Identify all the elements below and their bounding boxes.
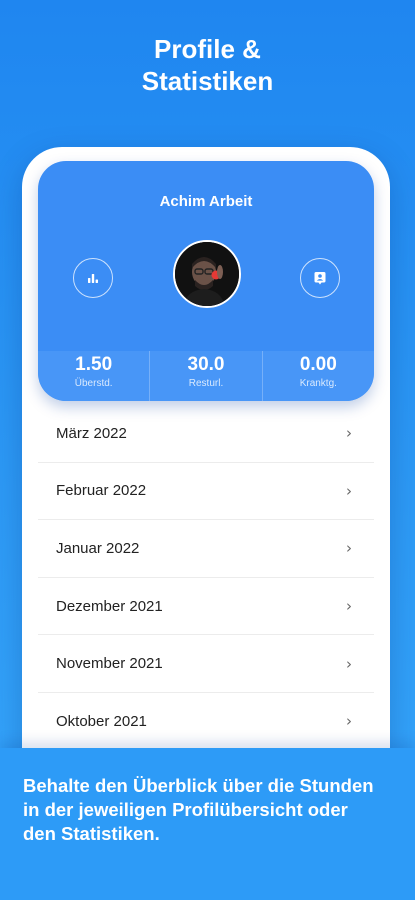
stat-value: 30.0 — [187, 354, 225, 375]
list-item[interactable]: März 2022 › — [38, 405, 374, 463]
chevron-right-icon: › — [346, 597, 352, 616]
chevron-right-icon: › — [346, 712, 352, 731]
stat-label: Überstd. — [74, 378, 113, 389]
profile-details-button[interactable] — [300, 258, 340, 298]
profile-photo — [175, 242, 239, 306]
month-label: Dezember 2021 — [56, 597, 163, 615]
month-label: Februar 2022 — [56, 482, 147, 500]
phone-frame: Achim Arbeit 1.50 Überstd. 30.0 Resturl.… — [22, 147, 390, 847]
list-item[interactable]: Oktober 2021 › — [38, 693, 374, 751]
list-item[interactable]: Januar 2022 › — [38, 520, 374, 578]
profile-card: Achim Arbeit 1.50 Überstd. 30.0 Resturl.… — [38, 161, 374, 401]
stats-bar: 1.50 Überstd. 30.0 Resturl. 0.00 Kranktg… — [38, 351, 374, 401]
stat-label: Kranktg. — [299, 378, 337, 389]
stat-value: 1.50 — [75, 354, 113, 375]
bar-chart-icon — [88, 274, 98, 283]
stat-value: 0.00 — [299, 354, 337, 375]
month-list: März 2022 › Februar 2022 › Januar 2022 ›… — [38, 405, 374, 751]
caption-text: Behalte den Überblick über die Stunden i… — [23, 775, 374, 844]
chevron-right-icon: › — [346, 539, 352, 558]
avatar[interactable] — [173, 240, 241, 308]
list-item[interactable]: Februar 2022 › — [38, 463, 374, 521]
month-label: Januar 2022 — [56, 539, 140, 557]
list-item[interactable]: November 2021 › — [38, 635, 374, 693]
chevron-right-icon: › — [346, 424, 352, 443]
stat-overtime: 1.50 Überstd. — [38, 351, 149, 401]
promo-headline: Profile & Statistiken — [0, 33, 415, 97]
stat-remaining-vacation: 30.0 Resturl. — [149, 351, 261, 401]
month-label: März 2022 — [56, 424, 127, 442]
headline-line-1: Profile & — [154, 34, 261, 64]
stat-sick-days: 0.00 Kranktg. — [261, 351, 374, 401]
caption-banner: Behalte den Überblick über die Stunden i… — [0, 748, 415, 900]
statistics-button[interactable] — [73, 258, 113, 298]
stat-label: Resturl. — [188, 378, 224, 389]
chevron-right-icon: › — [346, 654, 352, 673]
month-label: November 2021 — [56, 655, 163, 673]
headline-line-2: Statistiken — [141, 66, 274, 96]
contact-card-icon — [314, 272, 326, 285]
list-item[interactable]: Dezember 2021 › — [38, 578, 374, 636]
chevron-right-icon: › — [346, 481, 352, 500]
profile-name: Achim Arbeit — [159, 193, 253, 210]
month-label: Oktober 2021 — [56, 712, 147, 730]
